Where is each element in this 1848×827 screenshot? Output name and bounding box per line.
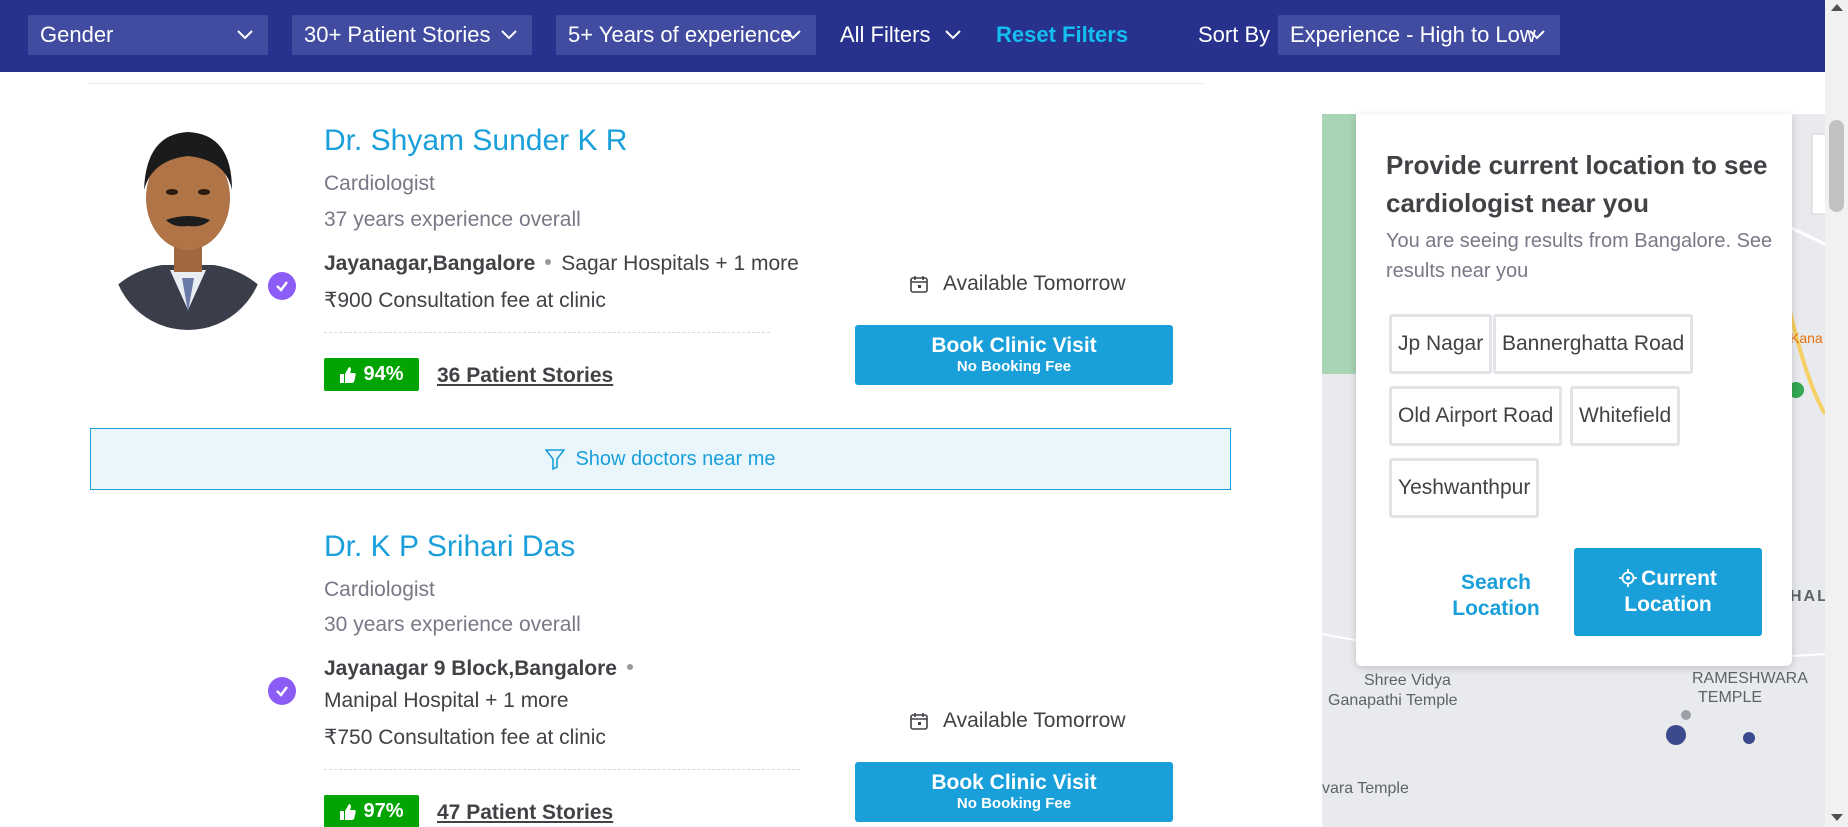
show-doctors-near-me-button[interactable]: Show doctors near me [90,428,1231,490]
doctor-clinic[interactable]: Manipal Hospital + 1 more [324,689,569,713]
availability: Available Tomorrow [909,272,1125,296]
doctor-portrait-image [112,120,264,330]
sort-by-dropdown-value: Experience - High to Low [1290,22,1536,47]
separator-dot [626,664,633,671]
doctor-location: Jayanagar,Bangalore Sagar Hospitals + 1 m… [324,252,799,276]
rating-value: 97% [363,800,404,822]
chevron-down-icon [501,30,517,40]
patient-stories-link[interactable]: 47 Patient Stories [437,801,613,825]
dashed-divider [324,769,800,770]
availability-text: Available Tomorrow [943,709,1126,732]
all-filters-dropdown[interactable]: All Filters [840,15,962,55]
rating-value: 94% [363,363,404,385]
verified-badge-icon [268,272,296,300]
filter-icon [545,449,566,470]
availability-text: Available Tomorrow [943,272,1126,295]
consultation-fee: ₹750 Consultation fee at clinic [324,726,606,749]
filter-bar: Gender 30+ Patient Stories 5+ Years of e… [0,0,1825,72]
map-label-ganapathi-temple: Ganapathi Temple [1328,692,1458,709]
doctor-photo[interactable] [112,120,264,330]
location-popup-title: Provide current location to see cardiolo… [1386,150,1768,218]
doctor-name-link[interactable]: Dr. Shyam Sunder K R [324,124,627,158]
book-clinic-visit-button[interactable]: Book Clinic Visit No Booking Fee [855,325,1173,385]
sort-by-dropdown[interactable]: Experience - High to Low [1278,15,1560,55]
location-popup: Provide current location to see cardiolo… [1356,114,1792,666]
book-button-label: Book Clinic Visit [931,771,1097,794]
doctor-location: Jayanagar 9 Block,Bangalore [324,657,643,681]
separator-dot [545,259,552,266]
patient-stories-dropdown[interactable]: 30+ Patient Stories [292,15,532,55]
map-label-rameshwara: RAMESHWARA [1692,670,1808,687]
all-filters-label: All Filters [840,22,931,47]
doctor-locality[interactable]: Jayanagar 9 Block,Bangalore [324,657,617,680]
map-label-temple: TEMPLE [1698,689,1763,706]
chevron-down-icon [945,30,962,40]
book-clinic-visit-button[interactable]: Book Clinic Visit No Booking Fee [855,762,1173,822]
consultation-fee: ₹900 Consultation fee at clinic [324,289,606,312]
dashed-divider [324,332,770,333]
patient-stories-link[interactable]: 36 Patient Stories [437,364,613,388]
doctor-specialty: Cardiologist [324,578,435,601]
crosshair-icon [1619,569,1638,587]
current-location-label: Current Location [1624,567,1717,616]
sort-by-label: Sort By [1198,22,1271,47]
scrollbar[interactable] [1825,0,1848,827]
availability: Available Tomorrow [909,709,1125,733]
verified-badge-icon [268,677,296,705]
location-chip[interactable]: Old Airport Road [1389,386,1563,446]
location-chip[interactable]: Yeshwanthpur [1389,458,1540,518]
location-chip[interactable]: Whitefield [1570,386,1681,446]
map-label-shree-vidya: Shree Vidya [1364,672,1451,689]
patient-stories-dropdown-label: 30+ Patient Stories [304,22,491,47]
thumbs-up-icon [340,366,357,383]
current-location-button[interactable]: Current Location [1574,548,1762,636]
chevron-down-icon [785,30,801,40]
thumbs-up-icon [340,803,357,820]
chevron-down-icon [1529,30,1545,40]
book-button-sublabel: No Booking Fee [956,795,1072,812]
map-label-vara-temple: vara Temple [1322,780,1409,797]
scrollbar-thumb[interactable] [1829,120,1844,212]
divider [89,83,1203,84]
near-me-label: Show doctors near me [575,447,776,470]
calendar-icon [910,276,928,293]
doctor-specialty: Cardiologist [324,172,435,195]
doctor-experience: 30 years experience overall [324,613,581,636]
rating-badge: 94% [324,358,419,391]
experience-dropdown-label: 5+ Years of experience [568,22,793,47]
search-location-link[interactable]: Search Location [1416,570,1576,622]
map-label-hal: HAL [1790,588,1825,605]
rating-badge: 97% [324,795,419,827]
gender-dropdown-label: Gender [40,22,114,47]
book-button-sublabel: No Booking Fee [956,358,1072,375]
calendar-icon [910,713,928,730]
experience-dropdown[interactable]: 5+ Years of experience [556,15,816,55]
location-chip[interactable]: Jp Nagar [1389,314,1493,374]
map-label-kana: Kana [1790,330,1823,346]
chevron-down-icon [237,30,253,40]
location-popup-subtitle: You are seeing results from Bangalore. S… [1386,230,1773,282]
reset-filters-link[interactable]: Reset Filters [996,15,1128,55]
doctor-clinic[interactable]: Sagar Hospitals + 1 more [561,252,799,275]
scroll-down-arrow-icon[interactable] [1831,814,1843,821]
location-chip[interactable]: Bannerghatta Road [1493,314,1694,374]
book-button-label: Book Clinic Visit [931,334,1097,357]
scroll-up-arrow-icon[interactable] [1831,4,1843,11]
doctor-name-link[interactable]: Dr. K P Srihari Das [324,530,575,564]
doctor-experience: 37 years experience overall [324,208,581,231]
gender-dropdown[interactable]: Gender [28,15,268,55]
doctor-locality[interactable]: Jayanagar,Bangalore [324,252,535,275]
